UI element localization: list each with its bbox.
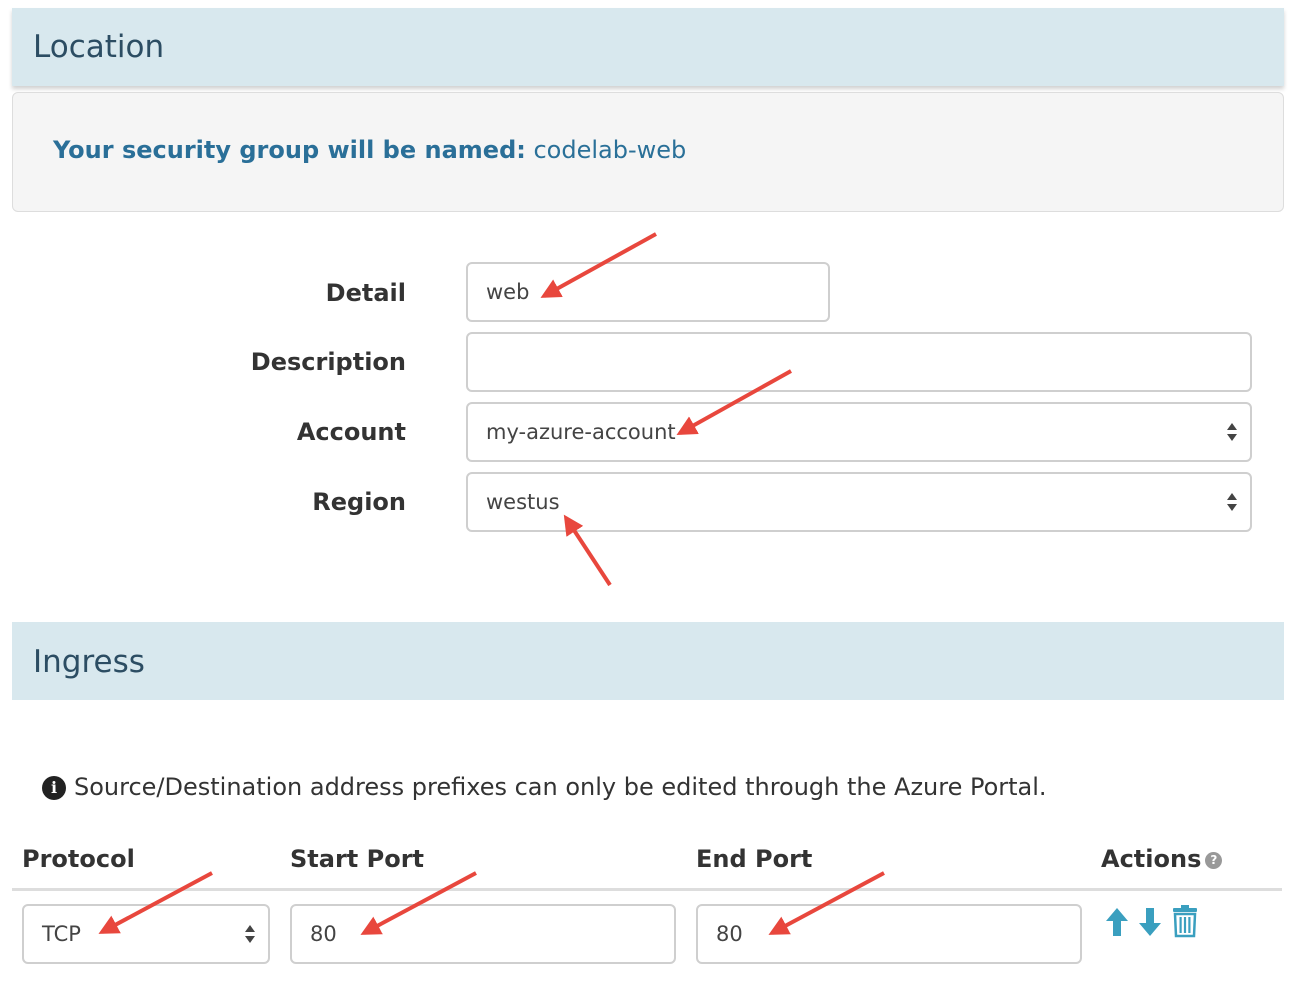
- col-actions-header: Actions?: [1101, 845, 1223, 873]
- col-protocol-header: Protocol: [22, 845, 135, 873]
- location-header-title: Location: [33, 29, 165, 65]
- protocol-select-value: TCP: [42, 922, 81, 946]
- account-select-value: my-azure-account: [486, 420, 676, 444]
- start-port-input[interactable]: [290, 904, 676, 964]
- description-label: Description: [250, 348, 406, 376]
- trash-icon[interactable]: [1171, 904, 1199, 938]
- sort-caret-icon: [1227, 423, 1237, 441]
- ingress-header-title: Ingress: [33, 644, 145, 680]
- region-label: Region: [312, 488, 406, 516]
- location-section-header: Location: [12, 8, 1284, 86]
- region-select-value: westus: [486, 490, 560, 514]
- col-start-port-header: Start Port: [290, 845, 425, 873]
- arrow-down-icon[interactable]: [1137, 906, 1163, 938]
- detail-label: Detail: [325, 279, 406, 307]
- ingress-section-header: Ingress: [12, 622, 1284, 700]
- security-group-name-value: codelab-web: [533, 136, 687, 164]
- detail-input[interactable]: [466, 262, 830, 322]
- security-group-name-label: Your security group will be named:: [53, 136, 526, 164]
- security-group-name-line: Your security group will be named: codel…: [53, 136, 686, 164]
- col-end-port-header: End Port: [696, 845, 813, 873]
- security-group-name-well: Your security group will be named: codel…: [12, 92, 1284, 212]
- description-input[interactable]: [466, 332, 1252, 392]
- col-actions-label: Actions: [1101, 845, 1202, 873]
- region-select[interactable]: westus: [466, 472, 1252, 532]
- ingress-info-text: Source/Destination address prefixes can …: [74, 773, 1047, 801]
- account-select[interactable]: my-azure-account: [466, 402, 1252, 462]
- table-header-rule: [12, 888, 1282, 891]
- ingress-info-line: i Source/Destination address prefixes can…: [42, 773, 1047, 801]
- sort-caret-icon: [1227, 493, 1237, 511]
- question-circle-icon[interactable]: ?: [1205, 852, 1223, 869]
- info-circle-icon: i: [42, 776, 66, 800]
- sort-caret-icon: [245, 925, 255, 943]
- arrow-up-icon[interactable]: [1104, 906, 1130, 938]
- end-port-input[interactable]: [696, 904, 1082, 964]
- protocol-select[interactable]: TCP: [22, 904, 270, 964]
- account-label: Account: [296, 418, 406, 446]
